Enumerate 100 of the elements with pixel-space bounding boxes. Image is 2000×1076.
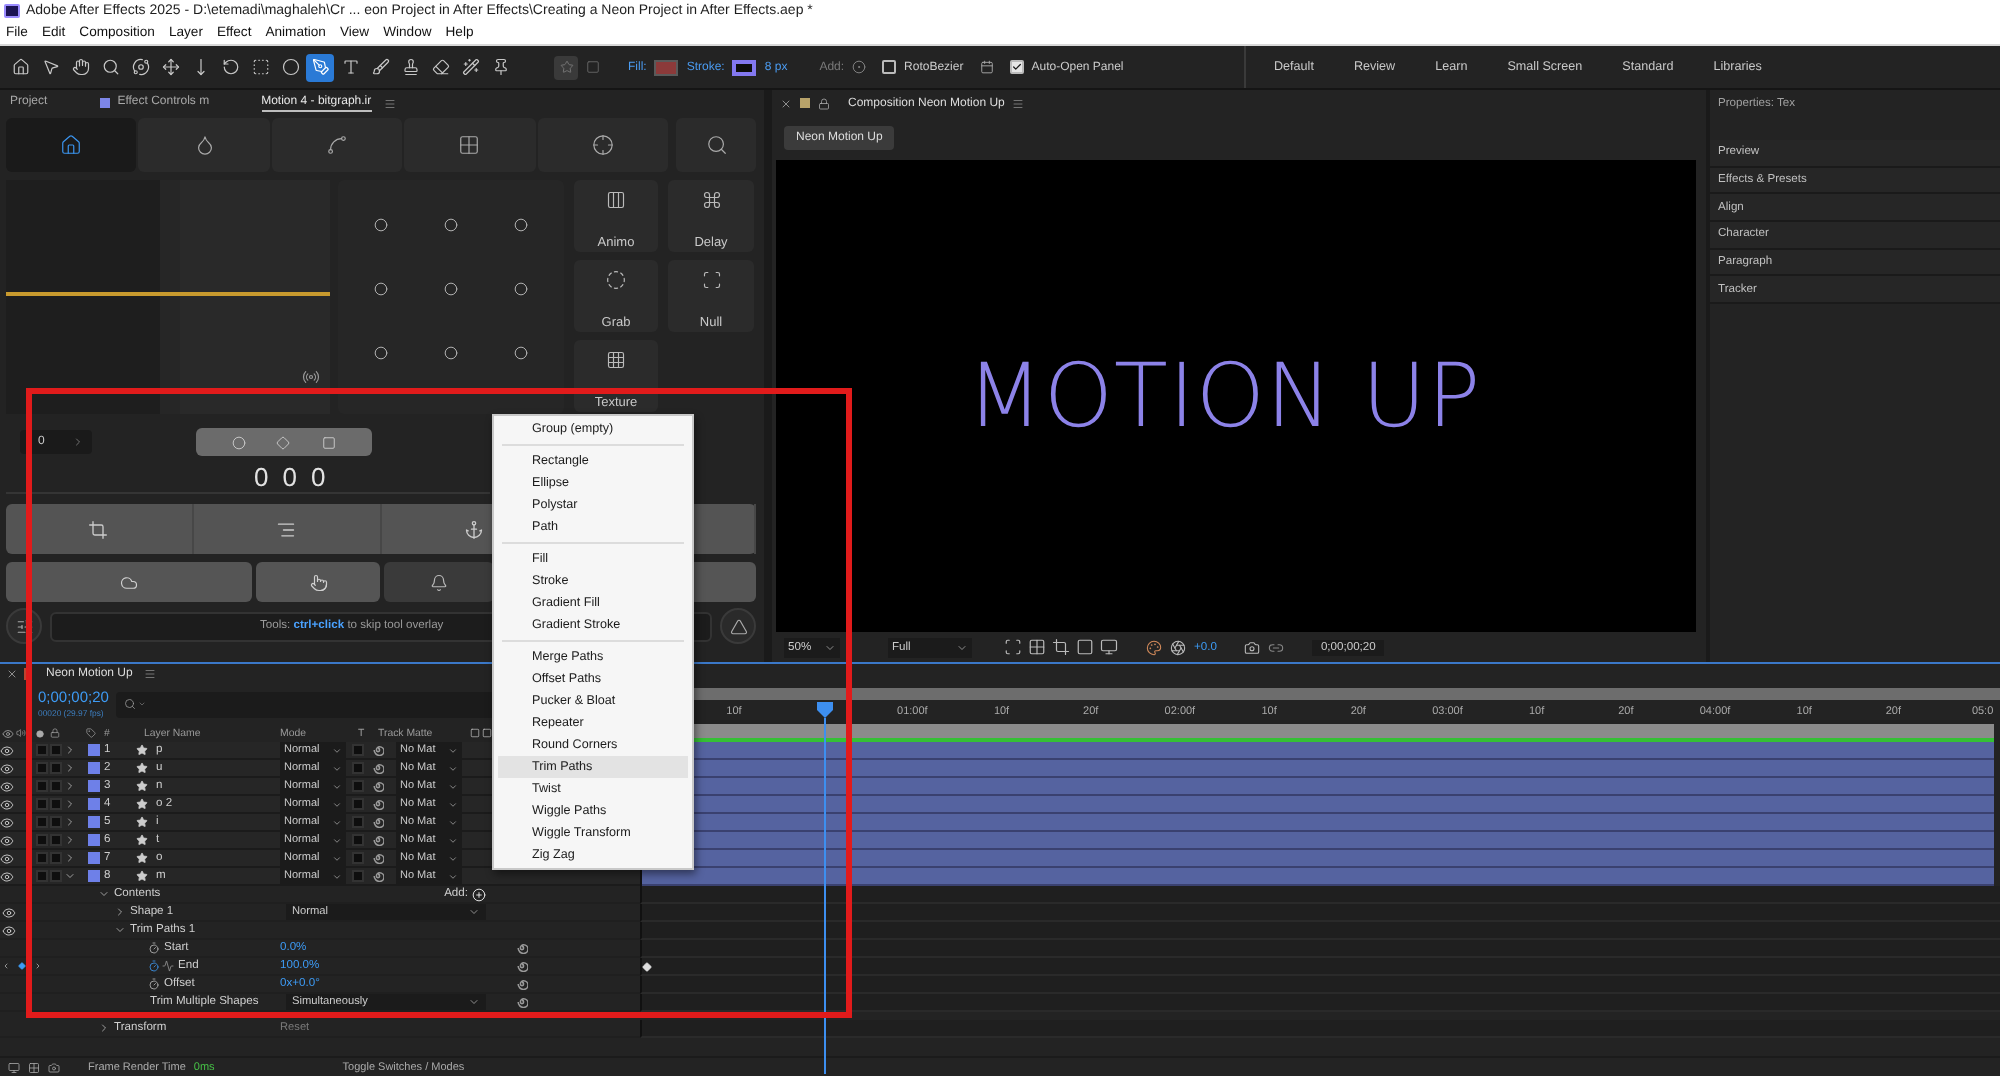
eye-icon[interactable] xyxy=(2,727,14,739)
chevron-right-icon[interactable] xyxy=(64,744,76,756)
curve-icon xyxy=(326,134,349,156)
menu-icon[interactable] xyxy=(144,668,157,680)
corners-icon[interactable] xyxy=(1004,638,1022,656)
anchor-point-icon[interactable] xyxy=(374,346,388,361)
eye-icon[interactable] xyxy=(2,923,16,937)
playhead[interactable] xyxy=(815,702,833,1074)
calendar-icon[interactable] xyxy=(979,60,994,74)
fill-swatch[interactable] xyxy=(654,59,679,75)
graph-icon[interactable] xyxy=(162,960,174,972)
tag-icon[interactable] xyxy=(86,728,96,738)
spiral-icon[interactable] xyxy=(516,996,528,1008)
eye-icon[interactable] xyxy=(0,761,14,775)
chevron-right-icon[interactable] xyxy=(114,906,126,918)
circle-icon[interactable] xyxy=(231,435,246,449)
lock-icon[interactable] xyxy=(50,728,60,738)
chevron-down-icon[interactable] xyxy=(114,924,126,936)
chevron-right-icon[interactable] xyxy=(64,780,76,792)
toggle-button[interactable] xyxy=(384,562,494,602)
diamond-icon[interactable] xyxy=(276,435,291,449)
solo-icon[interactable] xyxy=(36,729,44,737)
eye-icon[interactable] xyxy=(0,851,14,865)
anchor-point-icon[interactable] xyxy=(514,346,528,361)
grid-icon[interactable] xyxy=(28,1061,40,1073)
link-icon[interactable] xyxy=(1268,639,1285,655)
chevron-right-icon[interactable] xyxy=(64,816,76,828)
spiral-icon[interactable] xyxy=(372,870,384,882)
speaker-icon[interactable] xyxy=(16,728,26,738)
spiral-icon[interactable] xyxy=(516,978,528,990)
spiral-icon[interactable] xyxy=(372,744,384,756)
star-icon xyxy=(136,780,148,792)
aperture-icon[interactable] xyxy=(1170,639,1186,655)
chevron-right-icon[interactable] xyxy=(64,852,76,864)
palette-icon[interactable] xyxy=(1146,639,1162,655)
eye-icon[interactable] xyxy=(0,779,14,793)
spiral-icon[interactable] xyxy=(372,762,384,774)
pointer-icon xyxy=(41,58,59,76)
camera-icon[interactable] xyxy=(48,1061,60,1073)
camera-icon[interactable] xyxy=(1244,639,1261,655)
tool-button[interactable] xyxy=(306,53,334,81)
eye-icon[interactable] xyxy=(2,905,16,919)
drop-icon xyxy=(193,134,216,156)
grid-icon xyxy=(458,134,481,156)
anchor-point-icon[interactable] xyxy=(374,217,388,232)
stroke-swatch[interactable] xyxy=(732,59,757,75)
close-icon[interactable] xyxy=(780,97,792,109)
checkbox[interactable] xyxy=(882,60,897,74)
toggle-button[interactable] xyxy=(256,562,380,602)
chevron-right-icon[interactable] xyxy=(64,834,76,846)
anchor-point-icon[interactable] xyxy=(514,281,528,296)
stopwatch-icon[interactable] xyxy=(148,960,160,972)
monitor-icon[interactable] xyxy=(8,1061,20,1073)
checkbox[interactable] xyxy=(1009,60,1024,74)
stopwatch-icon[interactable] xyxy=(148,942,160,954)
monitor-icon[interactable] xyxy=(1100,638,1118,656)
chevron-right-icon[interactable] xyxy=(98,1022,110,1034)
circle-dot-icon[interactable] xyxy=(852,60,867,74)
add-icon[interactable] xyxy=(472,887,486,901)
grid-icon[interactable] xyxy=(1028,638,1046,656)
star-icon xyxy=(136,816,148,828)
stopwatch-icon[interactable] xyxy=(148,978,160,990)
radio-icon[interactable] xyxy=(302,368,320,386)
lock-icon[interactable] xyxy=(818,97,830,109)
anchor-point-icon[interactable] xyxy=(444,346,458,361)
spiral-icon[interactable] xyxy=(372,780,384,792)
anchor-point-icon[interactable] xyxy=(374,281,388,296)
star-icon xyxy=(136,852,148,864)
eye-icon[interactable] xyxy=(0,797,14,811)
chevron-down-icon[interactable] xyxy=(64,870,76,882)
chevron-down-icon[interactable] xyxy=(98,888,110,900)
eye-icon[interactable] xyxy=(0,743,14,757)
eye-icon[interactable] xyxy=(0,833,14,847)
spiral-icon[interactable] xyxy=(372,834,384,846)
chevron-right-icon[interactable] xyxy=(64,798,76,810)
anchor-point-icon[interactable] xyxy=(514,217,528,232)
menu-icon[interactable] xyxy=(1012,97,1025,109)
eye-icon[interactable] xyxy=(0,869,14,883)
chevron-right-icon[interactable] xyxy=(64,762,76,774)
counter-value: 0 xyxy=(282,463,297,489)
keyframe-icon[interactable] xyxy=(18,962,26,970)
home-icon xyxy=(60,134,83,156)
star-button[interactable] xyxy=(554,55,578,79)
spiral-icon[interactable] xyxy=(516,960,528,972)
triangle-button[interactable] xyxy=(720,608,756,644)
square-icon[interactable] xyxy=(1076,638,1094,656)
toggle-button[interactable] xyxy=(6,562,252,602)
spiral-icon[interactable] xyxy=(372,816,384,828)
eye-icon[interactable] xyxy=(0,815,14,829)
spiral-icon[interactable] xyxy=(372,798,384,810)
anchor-point-icon[interactable] xyxy=(444,281,458,296)
close-icon[interactable] xyxy=(6,668,18,680)
anchor-point-icon[interactable] xyxy=(444,217,458,232)
spiral-icon[interactable] xyxy=(516,942,528,954)
menu-icon[interactable] xyxy=(383,97,396,109)
search-icon xyxy=(124,698,136,710)
square-icon xyxy=(99,97,110,107)
spiral-icon[interactable] xyxy=(372,852,384,864)
crop-icon[interactable] xyxy=(1052,638,1070,656)
home-icon xyxy=(11,58,29,76)
